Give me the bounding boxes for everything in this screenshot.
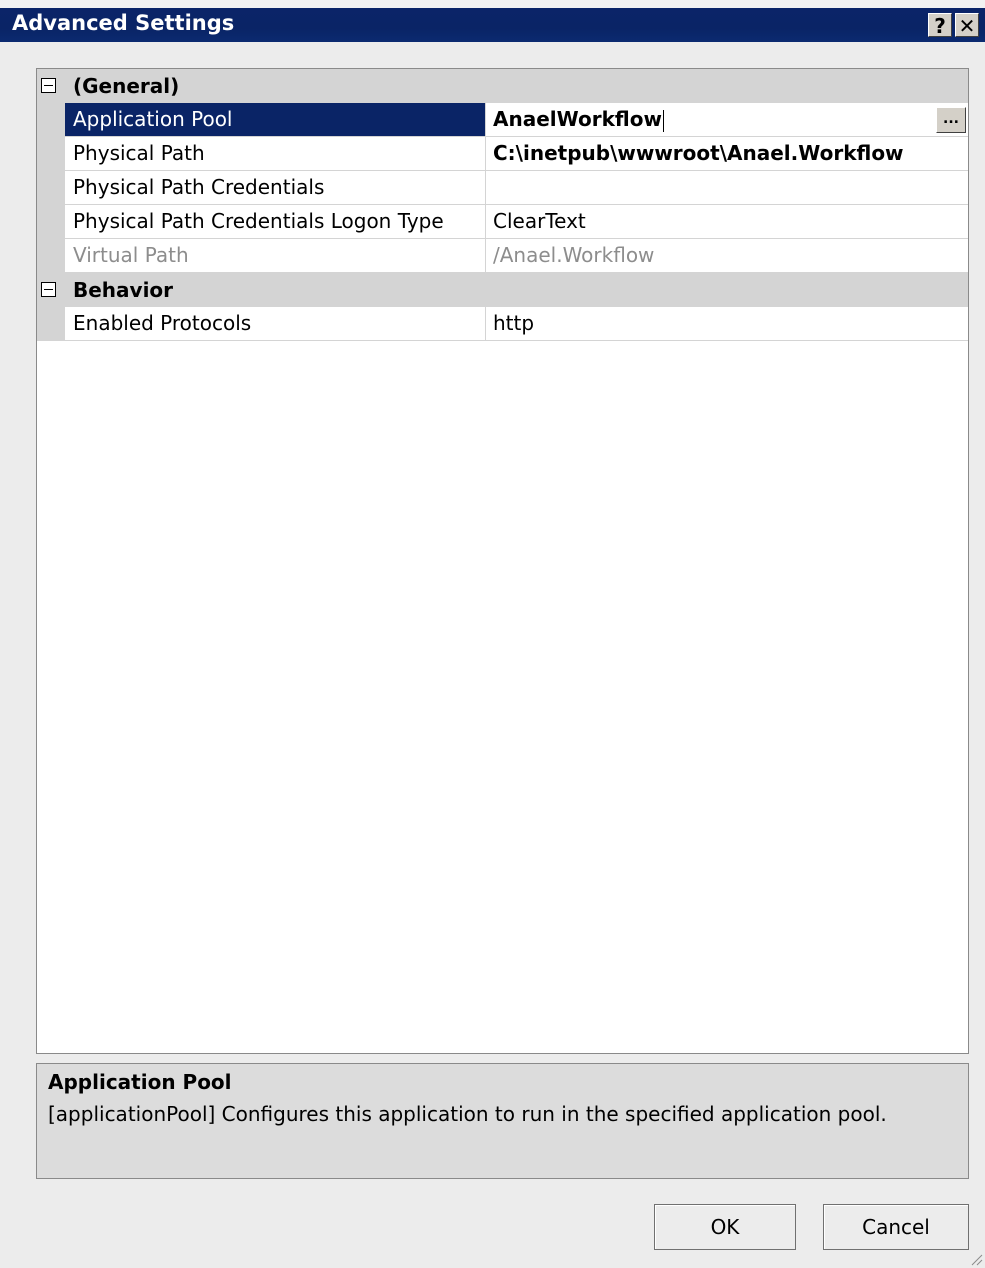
row-margin — [37, 307, 65, 341]
ok-button[interactable]: OK — [654, 1204, 796, 1250]
property-row-application-pool[interactable]: Application Pool AnaelWorkflow... — [37, 103, 968, 137]
close-button[interactable]: ✕ — [955, 13, 979, 38]
property-value[interactable]: http — [486, 307, 968, 341]
advanced-settings-dialog: Advanced Settings ? ✕ (General) Applicat… — [0, 0, 985, 1268]
title-bar[interactable]: Advanced Settings ? ✕ — [0, 0, 985, 42]
property-row-enabled-protocols[interactable]: Enabled Protocols http — [37, 307, 968, 341]
property-row-logon-type[interactable]: Physical Path Credentials Logon Type Cle… — [37, 205, 968, 239]
property-value[interactable]: ClearText — [486, 205, 968, 239]
help-button[interactable]: ? — [928, 13, 952, 38]
property-name[interactable]: Application Pool — [65, 103, 486, 137]
property-value[interactable]: C:\inetpub\wwwroot\Anael.Workflow — [486, 137, 968, 171]
property-grid[interactable]: (General) Application Pool AnaelWorkflow… — [36, 68, 969, 1054]
row-margin — [37, 137, 65, 171]
browse-ellipsis-button[interactable]: ... — [936, 107, 966, 133]
row-margin — [37, 103, 65, 137]
description-panel: Application Pool [applicationPool] Confi… — [36, 1063, 969, 1179]
row-margin — [37, 171, 65, 205]
collapse-icon[interactable] — [41, 78, 56, 93]
property-name[interactable]: Physical Path Credentials Logon Type — [65, 205, 486, 239]
window-title: Advanced Settings — [12, 11, 235, 35]
property-row-physical-path[interactable]: Physical Path C:\inetpub\wwwroot\Anael.W… — [37, 137, 968, 171]
collapse-icon[interactable] — [41, 282, 56, 297]
property-row-physical-path-credentials[interactable]: Physical Path Credentials — [37, 171, 968, 205]
category-label: (General) — [73, 74, 180, 98]
description-title: Application Pool — [48, 1070, 232, 1094]
property-name[interactable]: Virtual Path — [65, 239, 486, 273]
property-name[interactable]: Physical Path — [65, 137, 486, 171]
row-margin — [37, 205, 65, 239]
category-label: Behavior — [73, 278, 174, 302]
property-value[interactable]: /Anael.Workflow — [486, 239, 968, 273]
property-row-virtual-path[interactable]: Virtual Path /Anael.Workflow — [37, 239, 968, 273]
resize-grip-icon[interactable] — [969, 1252, 983, 1266]
property-value-text: AnaelWorkflow — [493, 107, 662, 131]
property-name[interactable]: Enabled Protocols — [65, 307, 486, 341]
category-behavior[interactable]: Behavior — [37, 273, 968, 307]
text-caret — [662, 109, 664, 132]
row-margin — [37, 239, 65, 273]
description-text: [applicationPool] Configures this applic… — [48, 1102, 887, 1126]
cancel-button[interactable]: Cancel — [823, 1204, 969, 1250]
property-value-input[interactable]: AnaelWorkflow... — [486, 103, 968, 137]
property-value[interactable] — [486, 171, 968, 205]
property-name[interactable]: Physical Path Credentials — [65, 171, 486, 205]
category-general[interactable]: (General) — [37, 69, 968, 103]
